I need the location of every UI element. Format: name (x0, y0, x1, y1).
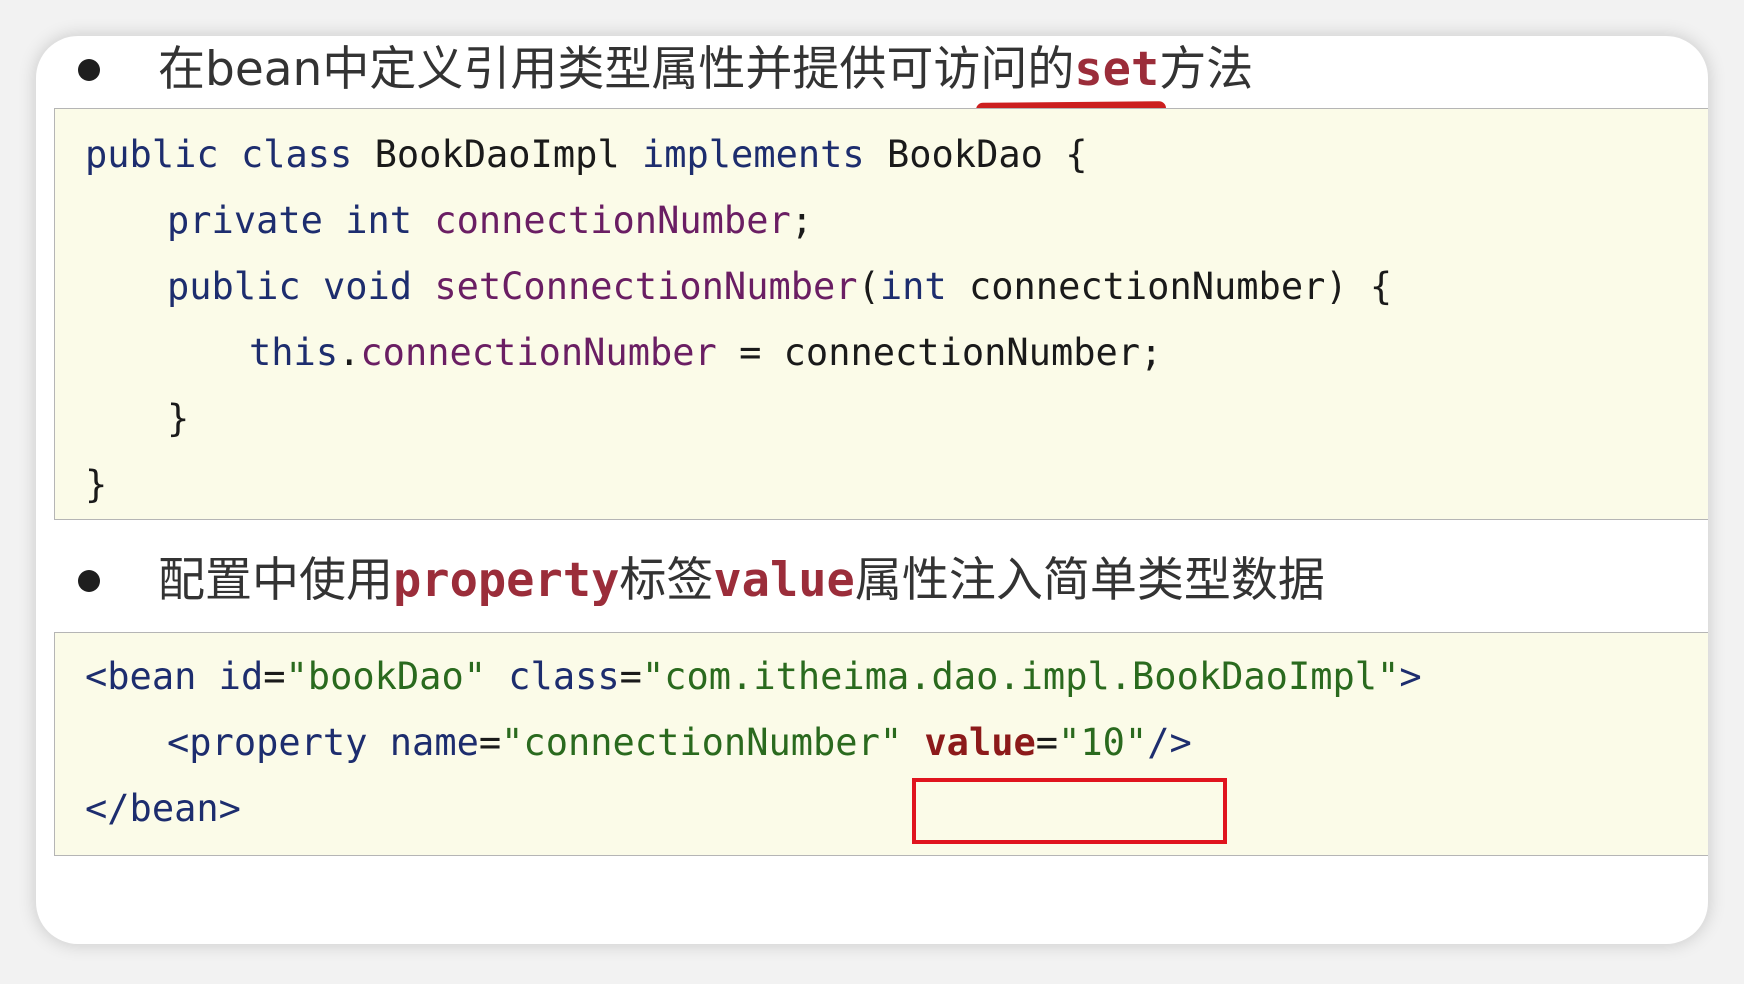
slide-card: 在bean中定义引用类型属性并提供可访问的set方法 public class … (36, 36, 1708, 944)
xml-line-1: <bean id="bookDao" class="com.itheima.da… (85, 655, 1422, 698)
code-line-4: this.connectionNumber = connectionNumber… (249, 331, 1163, 374)
bullet-item-1: 在bean中定义引用类型属性并提供可访问的set方法 (36, 36, 1708, 110)
bullet-dot-icon (78, 570, 100, 592)
code-line-6: } (85, 463, 108, 506)
code-line-2: private int connectionNumber; (167, 199, 814, 242)
bullet-1-text: 在bean中定义引用类型属性并提供可访问的set方法 (158, 42, 1254, 97)
property-keyword: property (393, 553, 620, 608)
bullet-2-text: 配置中使用property标签value属性注入简单类型数据 (158, 553, 1325, 608)
code-line-5: } (167, 397, 190, 440)
set-keyword: set (1074, 42, 1160, 97)
java-code-block: public class BookDaoImpl implements Book… (54, 108, 1708, 520)
code-line-3: public void setConnectionNumber(int conn… (167, 265, 1393, 308)
bullet-item-2: 配置中使用property标签value属性注入简单类型数据 (36, 541, 1708, 621)
bullet-dot-icon (78, 59, 100, 81)
value-highlight-box (912, 778, 1227, 844)
xml-code-block: <bean id="bookDao" class="com.itheima.da… (54, 632, 1708, 856)
value-keyword: value (713, 553, 855, 608)
value-attribute: value (924, 721, 1036, 764)
code-line-1: public class BookDaoImpl implements Book… (85, 133, 1088, 176)
xml-line-2: <property name="connectionNumber" value=… (167, 721, 1192, 764)
xml-line-3: </bean> (85, 787, 241, 830)
